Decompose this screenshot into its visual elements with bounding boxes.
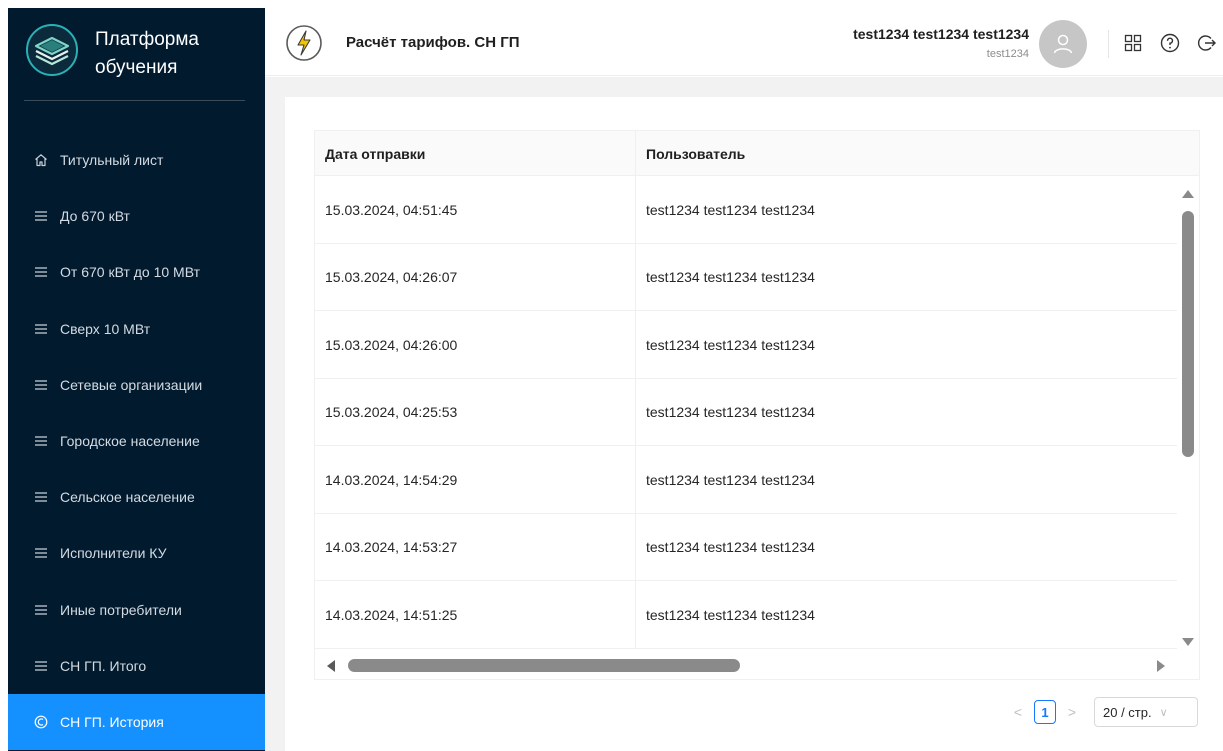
chevron-down-icon: ∨ — [1159, 706, 1168, 719]
sidebar-item-sn-gp-total[interactable]: СН ГП. Итого — [8, 638, 265, 694]
sidebar-item-label: От 670 кВт до 10 МВт — [60, 264, 200, 281]
vertical-scrollbar[interactable] — [1177, 176, 1199, 651]
scroll-down-arrow-icon[interactable] — [1182, 638, 1194, 646]
scroll-right-arrow-icon[interactable] — [1157, 660, 1165, 672]
list-icon — [34, 378, 48, 392]
scroll-left-arrow-icon[interactable] — [327, 660, 335, 672]
table-body: 15.03.2024, 04:51:45 test1234 test1234 t… — [315, 176, 1177, 651]
sidebar-item-utility-providers[interactable]: Исполнители КУ — [8, 525, 265, 581]
horizontal-scrollbar[interactable] — [315, 651, 1199, 679]
list-icon — [34, 603, 48, 617]
table-row[interactable]: 15.03.2024, 04:26:00 test1234 test1234 t… — [315, 311, 1177, 379]
cell-user: test1234 test1234 test1234 — [646, 336, 815, 353]
cell-user: test1234 test1234 test1234 — [646, 201, 815, 218]
page-number-button[interactable]: 1 — [1034, 700, 1056, 724]
sidebar-menu: Титульный лист До 670 кВт От 670 кВт до … — [8, 132, 265, 751]
sidebar-item-upto-670[interactable]: До 670 кВт — [8, 188, 265, 244]
horizontal-scroll-thumb[interactable] — [348, 659, 740, 672]
pagination: < 1 > 20 / стр. ∨ — [1010, 697, 1198, 727]
platform-logo-icon — [26, 24, 78, 76]
cell-sent-date: 14.03.2024, 14:53:27 — [325, 539, 458, 555]
sidebar-item-label: Титульный лист — [60, 152, 164, 169]
apps-grid-icon[interactable] — [1122, 32, 1144, 54]
header-divider — [1108, 30, 1109, 58]
sidebar-item-sn-gp-history[interactable]: СН ГП. История — [8, 693, 265, 751]
list-icon — [34, 434, 48, 448]
table-row[interactable]: 14.03.2024, 14:51:25 test1234 test1234 t… — [315, 581, 1177, 649]
user-login: test1234 — [986, 48, 1029, 60]
user-icon — [1053, 34, 1073, 54]
cell-sent-date: 15.03.2024, 04:51:45 — [325, 201, 458, 218]
sidebar-item-label: Иные потребители — [60, 601, 182, 618]
cell-sent-date: 15.03.2024, 04:25:53 — [325, 404, 458, 420]
list-icon — [34, 265, 48, 279]
table-header: Дата отправки Пользователь — [315, 131, 1199, 176]
sidebar-item-label: Сельское население — [60, 489, 195, 506]
table-row[interactable]: 15.03.2024, 04:25:53 test1234 test1234 t… — [315, 378, 1177, 446]
cell-user: test1234 test1234 test1234 — [646, 606, 815, 623]
sidebar-item-label: Городское население — [60, 433, 200, 450]
cell-user: test1234 test1234 test1234 — [646, 539, 815, 555]
list-icon — [34, 209, 48, 223]
cell-sent-date: 15.03.2024, 04:26:07 — [325, 269, 458, 285]
page-title: Расчёт тарифов. СН ГП — [346, 34, 520, 51]
lightning-icon — [286, 25, 322, 61]
vertical-scroll-thumb[interactable] — [1182, 211, 1194, 457]
sidebar-item-other-consumers[interactable]: Иные потребители — [8, 582, 265, 638]
sidebar-item-label: Сетевые организации — [60, 376, 203, 393]
sidebar-item-label: СН ГП. История — [60, 713, 164, 730]
page-size-select[interactable]: 20 / стр. ∨ — [1094, 697, 1198, 727]
sidebar-item-network-orgs[interactable]: Сетевые организации — [8, 357, 265, 413]
history-table: Дата отправки Пользователь 15.03.2024, 0… — [314, 130, 1200, 680]
sidebar-item-rural-population[interactable]: Сельское население — [8, 469, 265, 525]
logout-icon[interactable] — [1195, 32, 1217, 54]
sidebar-item-label: СН ГП. Итого — [60, 657, 147, 674]
cell-sent-date: 15.03.2024, 04:26:00 — [325, 336, 458, 353]
main-content: Дата отправки Пользователь 15.03.2024, 0… — [265, 77, 1223, 751]
brand-title: Платформа обучения — [95, 26, 199, 82]
table-row[interactable]: 14.03.2024, 14:53:27 test1234 test1234 t… — [315, 513, 1177, 581]
sidebar-item-670-to-10mw[interactable]: От 670 кВт до 10 МВт — [8, 244, 265, 300]
list-icon — [34, 490, 48, 504]
table-row[interactable]: 15.03.2024, 04:26:07 test1234 test1234 t… — [315, 243, 1177, 311]
list-icon — [34, 322, 48, 336]
sidebar-item-over-10mw[interactable]: Сверх 10 МВт — [8, 301, 265, 357]
top-header: Расчёт тарифов. СН ГП test1234 test1234 … — [265, 8, 1223, 76]
list-icon — [34, 546, 48, 560]
brand-line-2: обучения — [95, 57, 178, 78]
cell-sent-date: 14.03.2024, 14:54:29 — [325, 471, 458, 488]
sidebar-item-label: До 670 кВт — [60, 208, 130, 225]
prev-page-button[interactable]: < — [1010, 700, 1026, 724]
column-header-user[interactable]: Пользователь — [636, 131, 1176, 176]
column-header-sent-date[interactable]: Дата отправки — [315, 131, 635, 176]
table-row[interactable]: 14.03.2024, 14:54:29 test1234 test1234 t… — [315, 446, 1177, 514]
home-icon — [34, 153, 48, 167]
history-card: Дата отправки Пользователь 15.03.2024, 0… — [285, 97, 1223, 751]
list-icon — [34, 659, 48, 673]
sidebar-item-label: Сверх 10 МВт — [60, 320, 151, 337]
cell-sent-date: 14.03.2024, 14:51:25 — [325, 606, 458, 623]
sidebar: Платформа обучения Титульный лист До 670… — [8, 8, 265, 751]
cell-user: test1234 test1234 test1234 — [646, 269, 815, 285]
brand[interactable]: Платформа обучения — [8, 8, 265, 100]
brand-line-1: Платформа — [95, 29, 199, 50]
brand-divider — [24, 100, 245, 101]
cell-user: test1234 test1234 test1234 — [646, 404, 815, 420]
cell-user: test1234 test1234 test1234 — [646, 471, 815, 488]
avatar[interactable] — [1039, 20, 1087, 68]
scroll-up-arrow-icon[interactable] — [1182, 190, 1194, 198]
page-size-value: 20 / стр. — [1103, 704, 1152, 720]
user-full-name[interactable]: test1234 test1234 test1234 — [853, 26, 1029, 42]
next-page-button[interactable]: > — [1064, 700, 1080, 724]
history-icon — [34, 715, 48, 729]
help-icon[interactable] — [1159, 32, 1181, 54]
sidebar-item-title-page[interactable]: Титульный лист — [8, 132, 265, 188]
sidebar-item-urban-population[interactable]: Городское население — [8, 413, 265, 469]
app-root: Платформа обучения Титульный лист До 670… — [0, 0, 1223, 751]
table-row[interactable]: 15.03.2024, 04:51:45 test1234 test1234 t… — [315, 176, 1177, 244]
sidebar-item-label: Исполнители КУ — [60, 545, 167, 562]
